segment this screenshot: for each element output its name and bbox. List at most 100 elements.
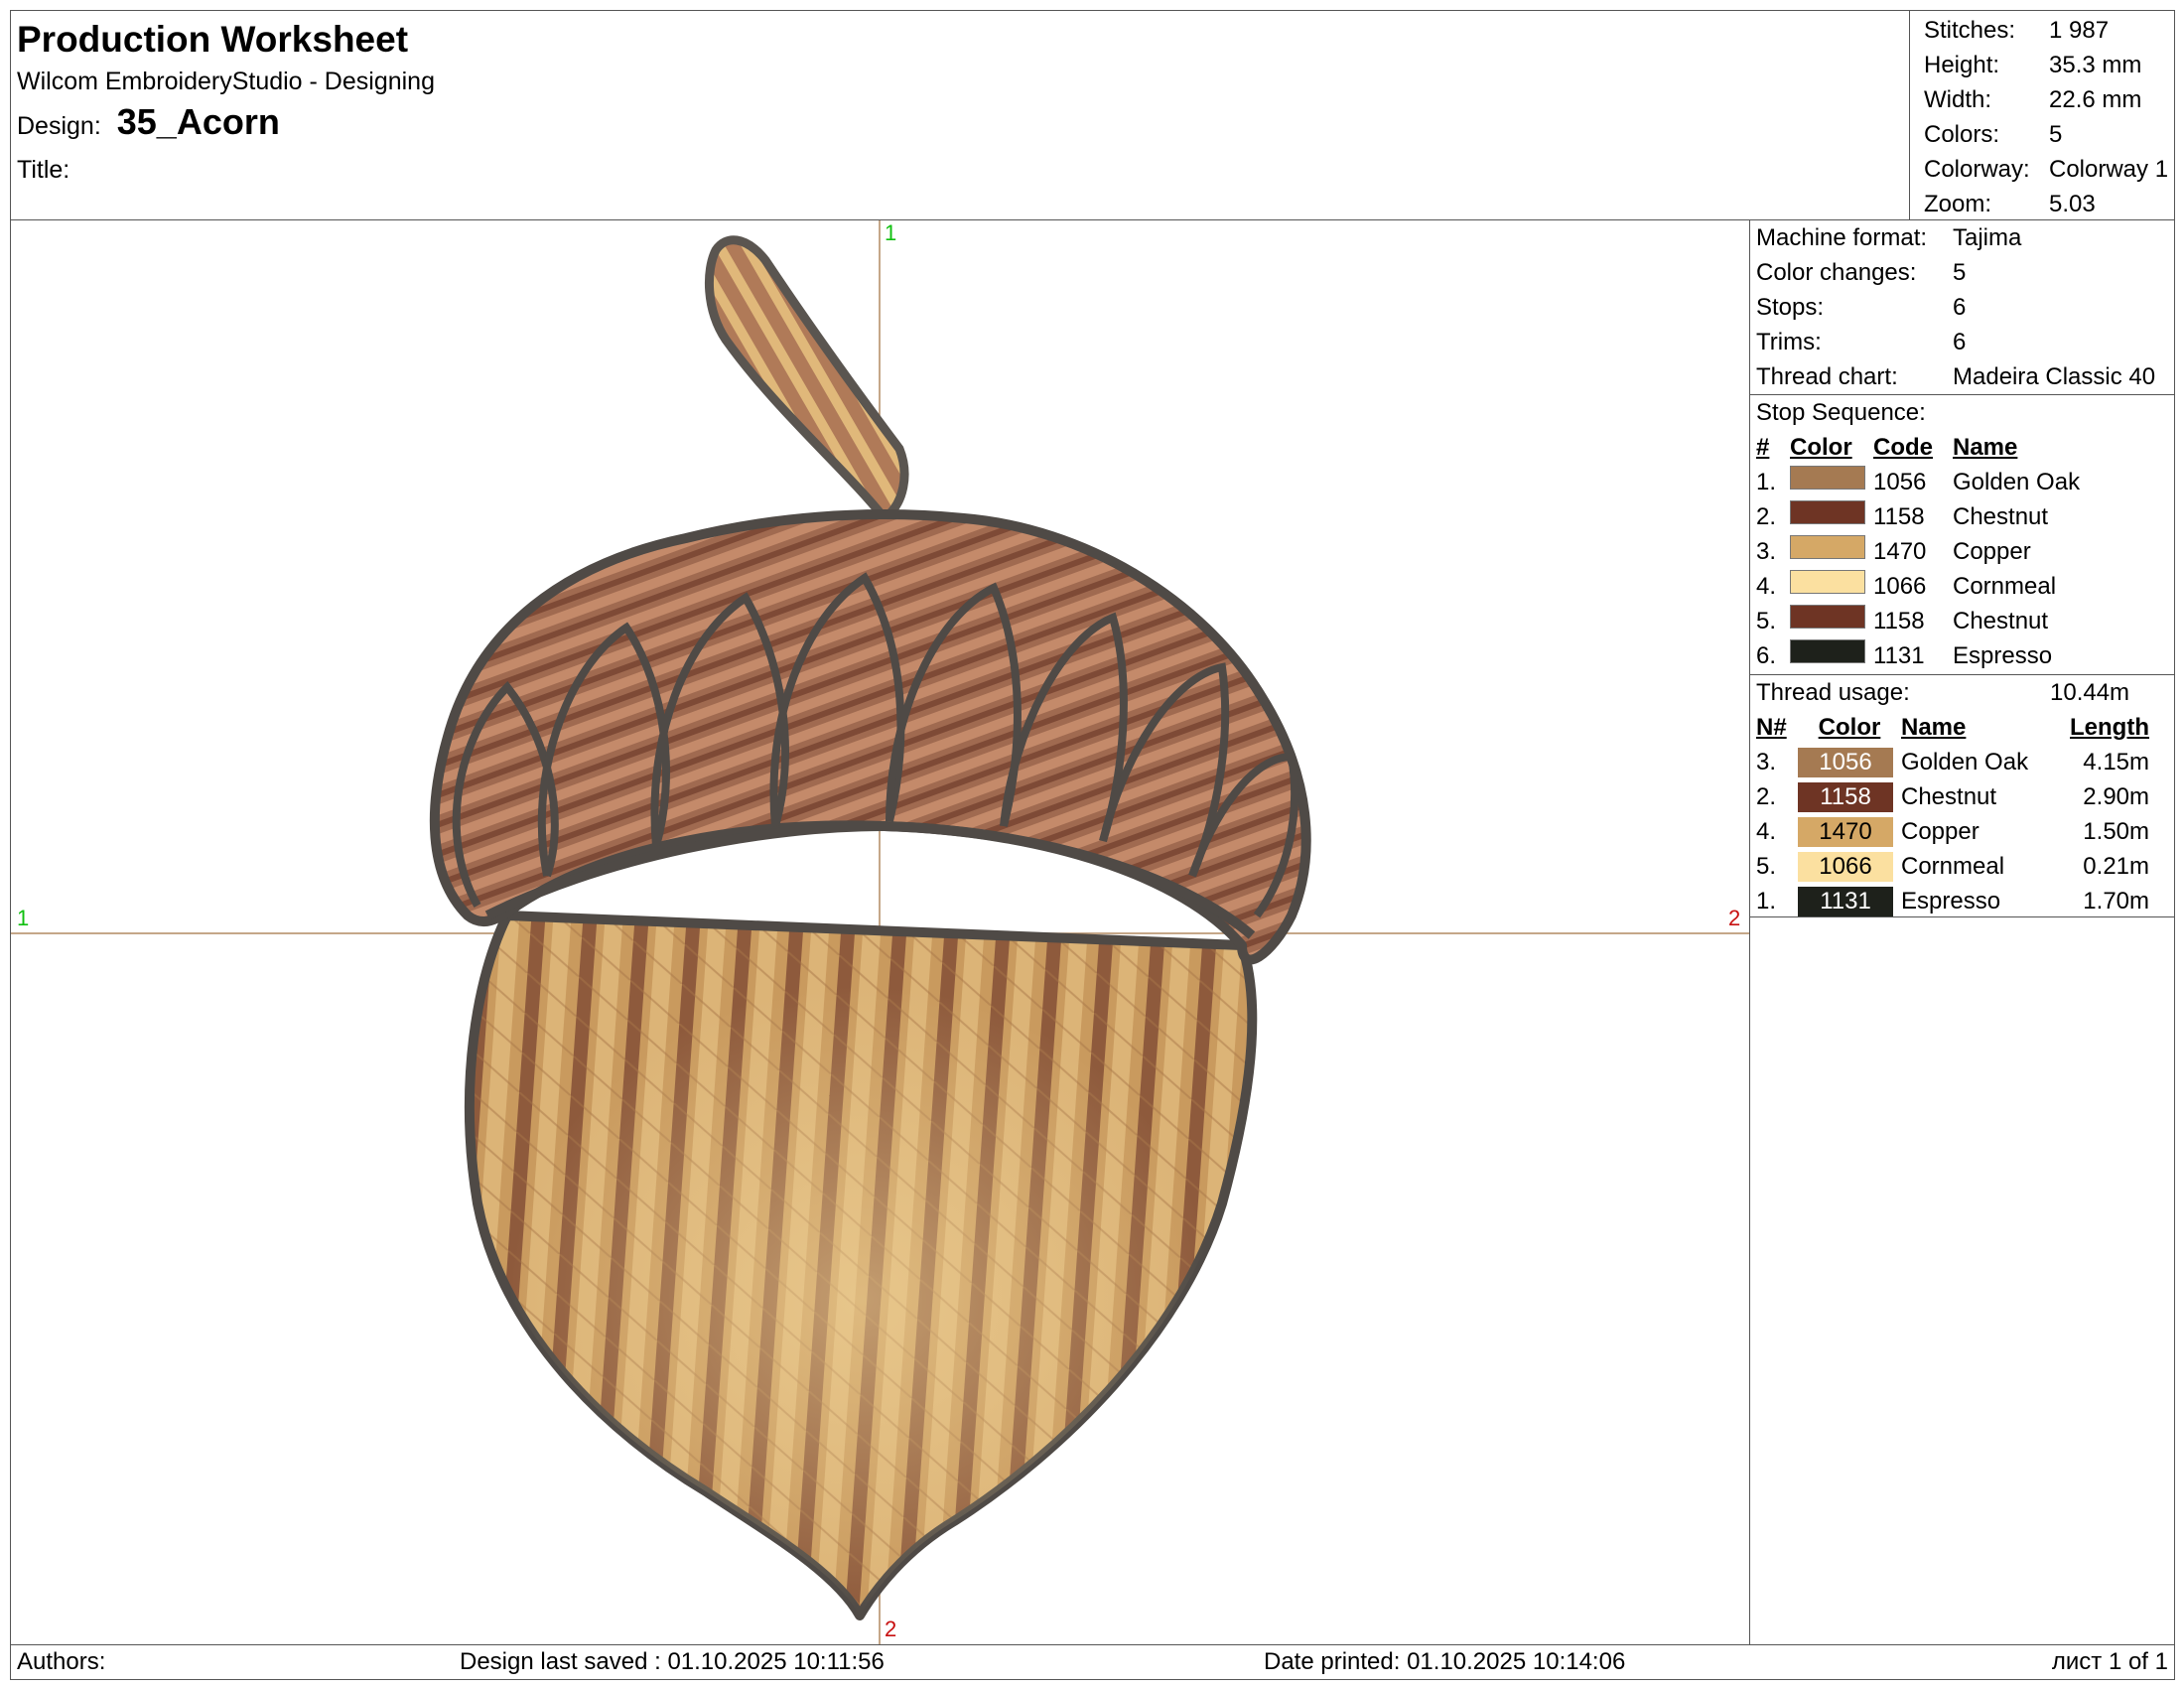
- stat-value: 5: [2049, 121, 2063, 148]
- color-swatch: [1790, 500, 1865, 524]
- design-name: 35_Acorn: [116, 101, 280, 142]
- color-swatch: [1790, 639, 1865, 663]
- usage-name: Chestnut: [1901, 783, 1997, 810]
- machine-info: Machine format: Tajima Color changes: 5 St…: [1750, 220, 2174, 395]
- color-chip: 1131: [1798, 886, 1893, 916]
- stat-label: Colorway:: [1924, 156, 2030, 183]
- usage-num: 3.: [1756, 749, 1777, 775]
- col-header-color: Color: [1790, 434, 1852, 461]
- worksheet-header: Production Worksheet Wilcom EmbroiderySt…: [10, 10, 2175, 220]
- stop-num: 2.: [1756, 503, 1777, 530]
- stop-color: [1790, 604, 1873, 638]
- acorn-design-preview: [11, 220, 1749, 1644]
- stop-color: [1790, 499, 1873, 534]
- stop-code: 1131: [1873, 642, 1925, 669]
- color-swatch: [1790, 466, 1865, 490]
- stop-num: 1.: [1756, 469, 1777, 495]
- col-header-name: Name: [1901, 714, 1967, 741]
- thread-usage-row: 5. 1066 Cornmeal 0.21m: [1756, 849, 2174, 884]
- stat-value: 35.3 mm: [2049, 52, 2142, 78]
- stops-row: Stops: 6: [1756, 290, 2174, 325]
- stop-name: Golden Oak: [1953, 469, 2081, 495]
- machine-value: Tajima: [1953, 224, 2022, 251]
- thread-usage-header: N# Color Name Length: [1756, 710, 2174, 745]
- col-header-num: N#: [1756, 714, 1787, 741]
- machine-label: Color changes:: [1756, 259, 1917, 286]
- usage-num: 2.: [1756, 783, 1777, 810]
- usage-color: 1131: [1798, 886, 1901, 916]
- page-number: лист 1 of 1: [2051, 1648, 2168, 1675]
- trims-row: Trims: 6: [1756, 325, 2174, 359]
- machine-value: 6: [1953, 329, 1967, 355]
- stat-value: 1 987: [2049, 17, 2110, 44]
- stop-num: 3.: [1756, 538, 1777, 565]
- color-swatch: [1790, 535, 1865, 559]
- usage-color: 1158: [1798, 781, 1901, 812]
- guide-marker-bottom: 2: [885, 1617, 897, 1641]
- stop-num: 6.: [1756, 642, 1777, 669]
- stat-label: Stitches:: [1924, 17, 2016, 44]
- header-info: Production Worksheet Wilcom EmbroiderySt…: [17, 15, 435, 187]
- machine-label: Machine format:: [1756, 224, 1928, 251]
- application-name: Wilcom EmbroideryStudio - Designing: [17, 68, 435, 95]
- stop-name: Chestnut: [1953, 608, 2049, 634]
- stop-code: 1470: [1873, 538, 1927, 565]
- stat-label: Height:: [1924, 52, 2000, 78]
- machine-label: Trims:: [1756, 329, 1822, 355]
- stat-stitches: Stitches: 1 987: [1924, 13, 2176, 48]
- stat-label: Colors:: [1924, 121, 2000, 148]
- color-swatch: [1790, 605, 1865, 629]
- stop-sequence-header: # Color Code Name: [1756, 430, 2174, 465]
- usage-length: 2.90m: [2083, 783, 2149, 810]
- stop-sequence-row: 3. 1470 Copper: [1756, 534, 2174, 569]
- stat-value: 5.03: [2049, 191, 2096, 217]
- usage-name: Copper: [1901, 818, 1979, 845]
- stop-color: [1790, 534, 1873, 569]
- usage-length: 0.21m: [2083, 853, 2149, 880]
- usage-length: 1.70m: [2083, 888, 2149, 914]
- stop-color: [1790, 638, 1873, 673]
- stop-num: 5.: [1756, 608, 1777, 634]
- usage-num: 4.: [1756, 818, 1777, 845]
- stop-code: 1158: [1873, 608, 1925, 634]
- stat-colors: Colors: 5: [1924, 117, 2176, 152]
- thread-usage: Thread usage: 10.44m N# Color Name Lengt…: [1750, 675, 2174, 917]
- usage-name: Golden Oak: [1901, 749, 2029, 775]
- stop-sequence-rows: 1. 1056 Golden Oak 2. 1158 Chestnut 3. 1470 Copp…: [1756, 465, 2174, 673]
- design-stats: Stitches: 1 987 Height: 35.3 mm Width: 22.6…: [1909, 11, 2176, 219]
- stop-sequence-title: Stop Sequence:: [1756, 399, 1926, 426]
- thread-usage-row: 2. 1158 Chestnut 2.90m: [1756, 779, 2174, 814]
- stat-label: Width:: [1924, 86, 1992, 113]
- stop-sequence-row: 5. 1158 Chestnut: [1756, 604, 2174, 638]
- stop-name: Cornmeal: [1953, 573, 2057, 600]
- stop-name: Copper: [1953, 538, 2031, 565]
- authors-label: Authors:: [17, 1648, 106, 1675]
- design-canvas[interactable]: 1 2 1 2: [10, 219, 1750, 1645]
- usage-name: Cornmeal: [1901, 853, 2005, 880]
- thread-usage-title-row: Thread usage: 10.44m: [1756, 675, 2174, 710]
- worksheet-title: Production Worksheet: [17, 19, 409, 60]
- date-printed: Date printed: 01.10.2025 10:14:06: [1264, 1648, 1626, 1675]
- stop-code: 1158: [1873, 503, 1925, 530]
- title-row: Title:: [17, 153, 435, 187]
- stop-sequence-row: 1. 1056 Golden Oak: [1756, 465, 2174, 499]
- color-changes-row: Color changes: 5: [1756, 255, 2174, 290]
- usage-num: 5.: [1756, 853, 1777, 880]
- usage-length: 4.15m: [2083, 749, 2149, 775]
- usage-name: Espresso: [1901, 888, 2001, 914]
- last-saved: Design last saved : 01.10.2025 10:11:56: [460, 1648, 885, 1675]
- guide-marker-left: 1: [17, 906, 30, 930]
- col-header-color: Color: [1818, 714, 1881, 741]
- stat-zoom: Zoom: 5.03: [1924, 187, 2176, 221]
- stop-num: 4.: [1756, 573, 1777, 600]
- stat-height: Height: 35.3 mm: [1924, 48, 2176, 82]
- acorn-stem: [704, 235, 909, 523]
- color-swatch: [1790, 570, 1865, 594]
- thread-usage-row: 4. 1470 Copper 1.50m: [1756, 814, 2174, 849]
- usage-color: 1056: [1798, 747, 1901, 777]
- stop-color: [1790, 569, 1873, 604]
- stat-colorway: Colorway: Colorway 1: [1924, 152, 2176, 187]
- usage-num: 1.: [1756, 888, 1777, 914]
- col-header-num: #: [1756, 434, 1770, 461]
- stat-value: Colorway 1: [2049, 156, 2169, 183]
